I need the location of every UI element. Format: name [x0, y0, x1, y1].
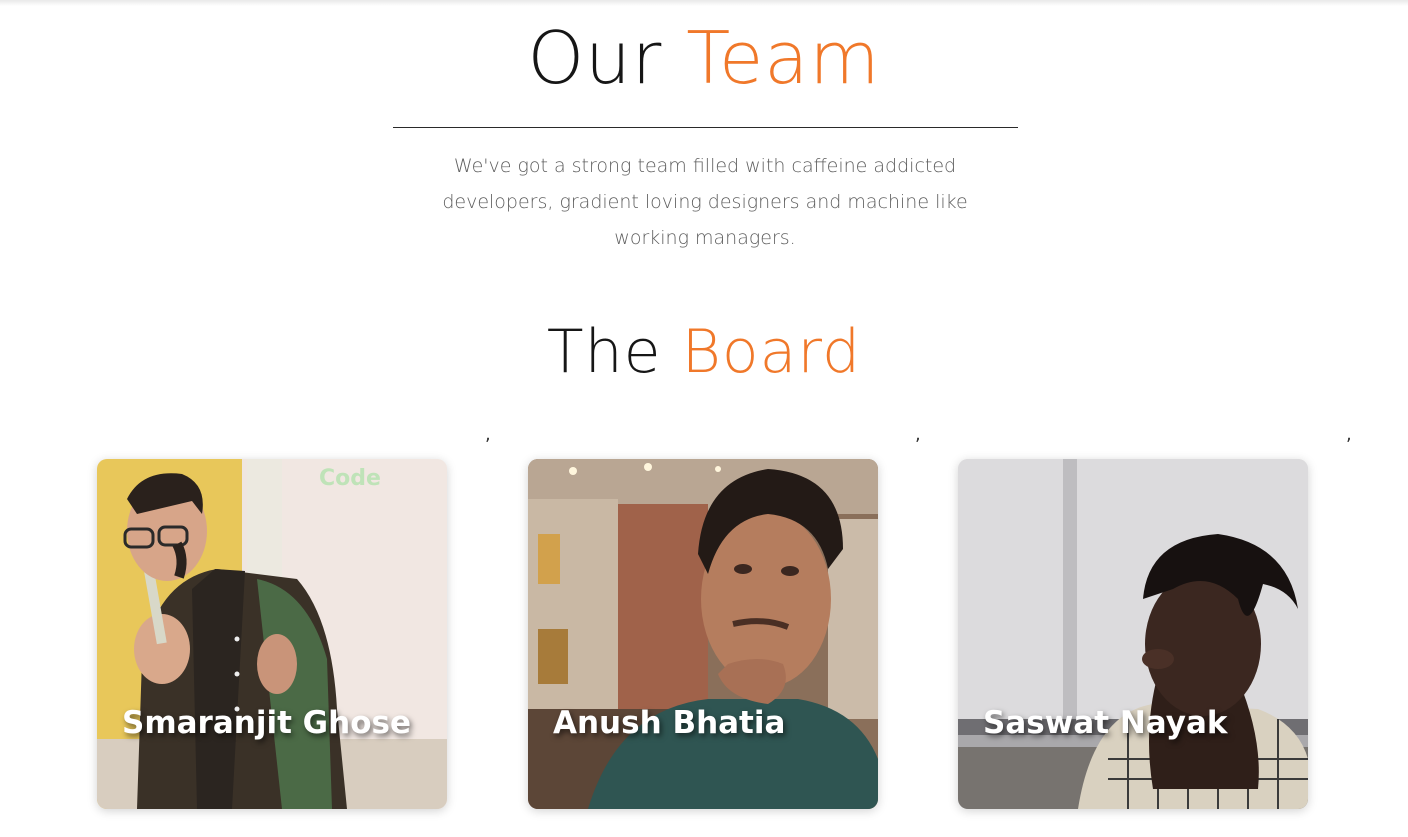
member-name: Smaranjit Ghose: [122, 705, 411, 741]
team-title-main: Our: [527, 16, 663, 100]
board-title: The Board: [0, 310, 1408, 394]
team-description: We've got a strong team filled with caff…: [442, 155, 968, 249]
member-photo: [958, 459, 1308, 809]
member-card-saswat-nayak[interactable]: Saswat Nayak: [958, 459, 1308, 809]
title-divider: [393, 127, 1018, 128]
navbar-shadow: [0, 0, 1408, 6]
member-name: Anush Bhatia: [553, 705, 786, 741]
board-title-main: The: [546, 317, 662, 387]
member-photo: [528, 459, 878, 809]
separator-comma: ,: [485, 424, 491, 445]
team-title-accent: Team: [686, 16, 881, 100]
member-photo: Code: [97, 459, 447, 809]
separator-comma: ,: [1346, 424, 1352, 445]
member-card-smaranjit-ghose[interactable]: Code Smaranjit Ghose: [97, 459, 447, 809]
photo-caption: Code: [319, 466, 381, 491]
board-title-accent: Board: [681, 317, 862, 387]
team-page: Our Team We've got a strong team filled …: [0, 0, 1408, 837]
team-title: Our Team: [0, 14, 1408, 102]
member-name: Saswat Nayak: [983, 705, 1228, 741]
separator-comma: ,: [915, 424, 921, 445]
member-card-anush-bhatia[interactable]: Anush Bhatia: [528, 459, 878, 809]
